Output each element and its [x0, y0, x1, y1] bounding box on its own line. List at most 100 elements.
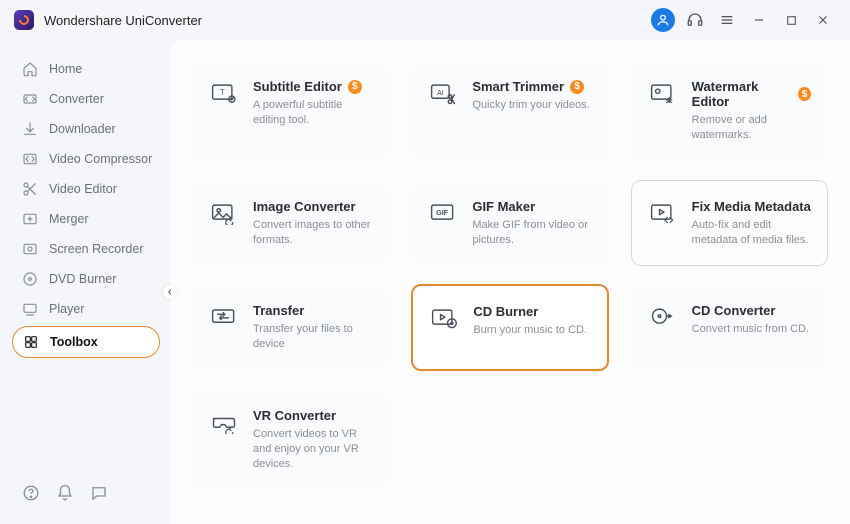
tool-description: A powerful subtitle editing tool. — [253, 98, 372, 128]
help-button[interactable] — [22, 484, 40, 502]
sidebar-item-label: Merger — [49, 212, 89, 226]
notifications-button[interactable] — [56, 484, 74, 502]
sidebar-item-downloader[interactable]: Downloader — [0, 114, 170, 144]
sidebar-item-converter[interactable]: Converter — [0, 84, 170, 114]
sidebar-item-label: Downloader — [49, 122, 116, 136]
disc-icon — [22, 271, 38, 287]
sidebar-item-player[interactable]: Player — [0, 294, 170, 324]
svg-text:GIF: GIF — [437, 209, 449, 216]
sidebar-item-label: Converter — [49, 92, 104, 106]
chat-icon — [90, 484, 108, 502]
sidebar-item-label: Screen Recorder — [49, 242, 144, 256]
sidebar-item-video-compressor[interactable]: Video Compressor — [0, 144, 170, 174]
trimmer-icon: AI — [429, 81, 457, 105]
tool-title: CD Converter — [692, 303, 776, 318]
sidebar-item-video-editor[interactable]: Video Editor — [0, 174, 170, 204]
main-content: T Subtitle Editor $ A powerful subtitle e… — [170, 40, 850, 524]
minimize-icon — [752, 13, 766, 27]
watermark-icon — [649, 81, 677, 105]
tool-description: Convert images to other formats. — [253, 218, 372, 248]
feedback-button[interactable] — [90, 484, 108, 502]
sidebar-item-label: Player — [49, 302, 84, 316]
tool-title: Fix Media Metadata — [692, 199, 811, 214]
tool-description: Convert music from CD. — [692, 322, 811, 337]
premium-badge-icon: $ — [570, 80, 584, 94]
tool-card-vr-converter[interactable]: VR Converter Convert videos to VR and en… — [192, 389, 389, 491]
tool-title: Watermark Editor — [692, 79, 792, 109]
tool-title: CD Burner — [473, 304, 538, 319]
tool-title: Image Converter — [253, 199, 356, 214]
tool-description: Auto-fix and edit metadata of media file… — [692, 218, 811, 248]
chevron-left-icon — [166, 288, 174, 296]
scissors-icon — [22, 181, 38, 197]
cdburner-icon — [430, 306, 458, 330]
tool-description: Make GIF from video or pictures. — [472, 218, 591, 248]
premium-badge-icon: $ — [348, 80, 362, 94]
tool-card-image-converter[interactable]: Image Converter Convert images to other … — [192, 180, 389, 267]
transfer-icon — [210, 305, 238, 329]
minimize-button[interactable] — [746, 7, 772, 33]
close-icon — [816, 13, 830, 27]
tool-description: Convert videos to VR and enjoy on your V… — [253, 427, 372, 472]
tool-description: Transfer your files to device — [253, 322, 372, 352]
tool-title: Subtitle Editor — [253, 79, 342, 94]
tool-card-cd-burner[interactable]: CD Burner Burn your music to CD. — [411, 284, 608, 371]
tool-description: Remove or add watermarks. — [692, 113, 811, 143]
sidebar-item-merger[interactable]: Merger — [0, 204, 170, 234]
help-icon — [22, 484, 40, 502]
maximize-button[interactable] — [778, 7, 804, 33]
account-button[interactable] — [650, 7, 676, 33]
tool-card-subtitle-editor[interactable]: T Subtitle Editor $ A powerful subtitle e… — [192, 60, 389, 162]
sidebar-item-label: DVD Burner — [49, 272, 116, 286]
hamburger-icon — [719, 12, 735, 28]
compress-icon — [22, 151, 38, 167]
converter-icon — [22, 91, 38, 107]
tool-title: Transfer — [253, 303, 304, 318]
metadata-icon — [649, 201, 677, 225]
tool-card-cd-converter[interactable]: CD Converter Convert music from CD. — [631, 284, 828, 371]
tool-card-smart-trimmer[interactable]: AI Smart Trimmer $ Quicky trim your video… — [411, 60, 608, 162]
titlebar: Wondershare UniConverter — [0, 0, 850, 40]
tool-card-watermark-editor[interactable]: Watermark Editor $ Remove or add watermar… — [631, 60, 828, 162]
cdconvert-icon — [649, 305, 677, 329]
tool-card-gif-maker[interactable]: GIF GIF Maker Make GIF from video or pic… — [411, 180, 608, 267]
vr-icon — [210, 410, 238, 434]
record-icon — [22, 241, 38, 257]
tool-description: Quicky trim your videos. — [472, 98, 591, 113]
sidebar-item-label: Video Editor — [49, 182, 117, 196]
sidebar-item-label: Home — [49, 62, 82, 76]
tool-card-fix-media-metadata[interactable]: Fix Media Metadata Auto-fix and edit met… — [631, 180, 828, 267]
sidebar-item-screen-recorder[interactable]: Screen Recorder — [0, 234, 170, 264]
tool-title: GIF Maker — [472, 199, 535, 214]
download-icon — [22, 121, 38, 137]
sidebar: Home Converter Downloader Video Compressor V… — [0, 40, 170, 524]
app-logo — [14, 10, 34, 30]
menu-button[interactable] — [714, 7, 740, 33]
close-button[interactable] — [810, 7, 836, 33]
app-title: Wondershare UniConverter — [44, 13, 202, 28]
sidebar-item-home[interactable]: Home — [0, 54, 170, 84]
bell-icon — [56, 484, 74, 502]
toolbox-icon — [23, 334, 39, 350]
sidebar-item-label: Video Compressor — [49, 152, 152, 166]
tool-card-transfer[interactable]: Transfer Transfer your files to device — [192, 284, 389, 371]
svg-text:T: T — [220, 88, 225, 97]
tool-title: Smart Trimmer — [472, 79, 564, 94]
svg-text:AI: AI — [437, 90, 444, 97]
gif-icon: GIF — [429, 201, 457, 225]
collapse-sidebar-button[interactable] — [163, 285, 177, 299]
tool-description: Burn your music to CD. — [473, 323, 590, 338]
sidebar-item-dvd-burner[interactable]: DVD Burner — [0, 264, 170, 294]
sidebar-item-label: Toolbox — [50, 335, 98, 349]
headset-icon — [686, 11, 704, 29]
premium-badge-icon: $ — [798, 87, 811, 101]
image-icon — [210, 201, 238, 225]
user-avatar-icon — [651, 8, 675, 32]
subtitle-icon: T — [210, 81, 238, 105]
player-icon — [22, 301, 38, 317]
support-button[interactable] — [682, 7, 708, 33]
home-icon — [22, 61, 38, 77]
sidebar-item-toolbox[interactable]: Toolbox — [12, 326, 160, 358]
merger-icon — [22, 211, 38, 227]
tool-title: VR Converter — [253, 408, 336, 423]
